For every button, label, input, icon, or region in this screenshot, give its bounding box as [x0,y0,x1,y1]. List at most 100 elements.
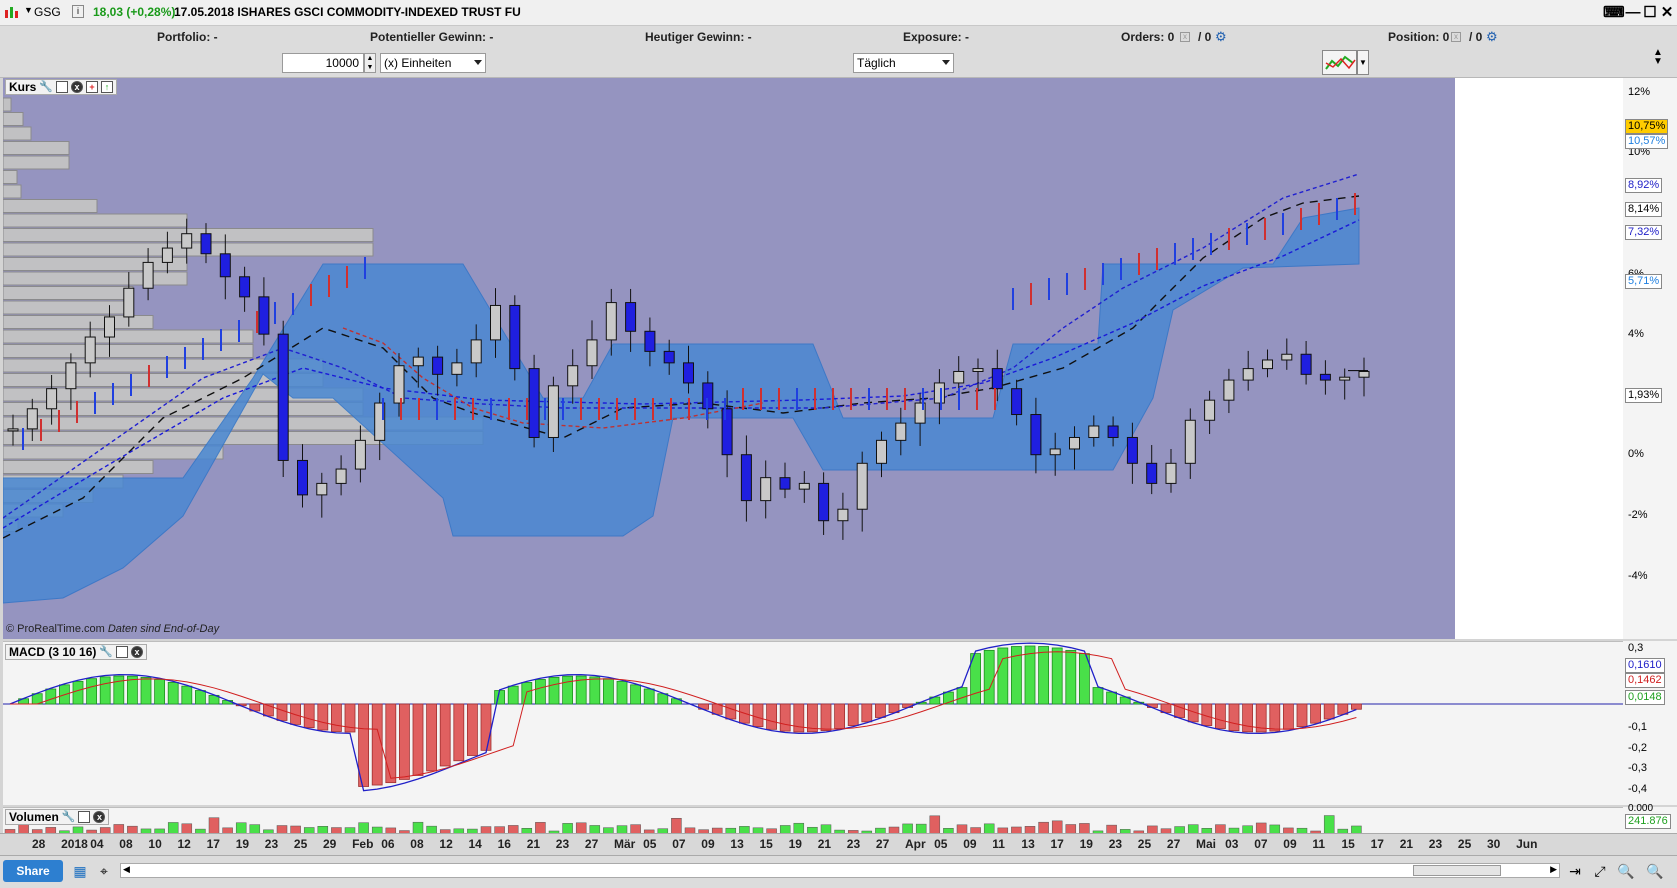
candle [335,468,347,484]
macd-histogram-bar [997,647,1009,705]
volume-bar [630,824,641,833]
date-tick-label: 30 [1487,837,1501,851]
candle [1107,425,1119,438]
candle [7,428,19,432]
price-axis[interactable]: 12% 10% 6% 4% 2% 0% -2% -4% 10,75% 10,57… [1623,78,1677,639]
zoom-fit-icon[interactable]: ⤢ [1590,861,1610,881]
position-label: Position: 0 [1388,30,1450,44]
date-tick-label: 10 [148,837,162,851]
date-tick-label: 2018 [61,837,88,851]
scroll-right-icon[interactable]: ▶ [1550,864,1557,875]
close-icon[interactable]: x [93,811,106,823]
zoom-out-icon[interactable]: 🔍 [1616,861,1636,881]
close-icon[interactable]: x [71,81,84,93]
volume-bar [535,822,546,833]
date-tick-label: 05 [643,837,657,851]
quantity-stepper[interactable]: ▲ ▼ [364,53,376,73]
price-chart-panel[interactable]: Kurs 🔧 x + ↑ © ProRealTime.com Daten sin… [3,78,1623,639]
quantity-input[interactable]: 10000 [282,53,364,73]
macd-histogram-bar [861,703,873,723]
candle [798,482,810,490]
chart-type-icon[interactable] [4,5,22,19]
scroll-left-icon[interactable]: ◀ [123,864,130,875]
macd-panel[interactable]: MACD (3 10 16) 🔧 x [3,641,1623,805]
volume-profile-bar [3,460,154,474]
date-tick-label: 15 [759,837,773,851]
date-tick-label: 23 [846,837,861,851]
minimize-button[interactable]: — [1624,4,1642,22]
date-tick-label: 21 [1399,837,1414,851]
horizontal-scrollbar[interactable]: ◀ ▶ [120,863,1560,878]
zoom-in-icon[interactable]: 🔍 [1645,861,1665,881]
wrench-icon[interactable]: 🔧 [62,810,76,824]
candle [509,304,521,370]
orders-cancel-icon[interactable]: x [1180,32,1190,42]
macd-line [9,642,1357,792]
signal-line-tag: 0,1462 [1625,673,1665,688]
arrow-up-icon[interactable]: ↑ [101,81,114,93]
macd-histogram-bar [535,679,546,705]
macd-histogram-bar [1323,703,1335,720]
date-tick-label: 19 [788,837,802,851]
add-indicator-icon[interactable]: + [86,81,99,93]
volume-panel-header: Volumen 🔧 x [5,809,110,825]
interval-select[interactable]: Täglich [853,53,954,73]
share-button[interactable]: Share [3,860,63,882]
scrollbar-thumb[interactable] [1413,865,1501,876]
date-axis[interactable]: 28 2018 04 08 10 12 17 19 23 25 29 Feb 06 08 12 14 16 21 2… [0,833,1677,855]
date-tick-label: 23 [1428,837,1443,851]
histogram-tag: 0,0148 [1625,690,1665,705]
wrench-icon[interactable]: 🔧 [99,645,113,659]
axis-label-neg2: -2% [1628,509,1648,521]
close-icon[interactable]: x [131,646,144,658]
panel-scroll-icon[interactable]: ▲ ▼ [1653,48,1663,67]
candle [1146,462,1158,484]
macd-histogram-bar [847,703,859,726]
position-gear-icon[interactable]: ⚙ [1486,29,1498,45]
date-tick-label: 17 [206,837,220,851]
macd-histogram-bar [167,682,179,705]
date-tick-label: 13 [730,837,744,851]
macd-histogram-bar [1038,646,1049,705]
chevron-down-icon[interactable]: ▼ [24,5,33,15]
cloud-top-tag: 10,57% [1625,134,1669,149]
volume-bar [507,825,519,833]
orders-gear-icon[interactable]: ⚙ [1215,29,1227,45]
scroll-to-end-icon[interactable]: ⇥ [1565,861,1585,881]
volume-bar [426,825,437,833]
symbol-label[interactable]: GSG [34,5,61,19]
maximize-button[interactable]: ☐ [1641,4,1659,22]
cursor-tool-icon[interactable]: ⌖ [94,861,114,881]
info-icon[interactable]: i [72,5,84,18]
candle [953,370,965,384]
candle [1242,368,1254,381]
volume-bar [181,823,193,833]
window-icon[interactable] [56,81,69,93]
date-tick-label: 23 [555,837,570,851]
date-tick-label: 11 [992,837,1005,851]
window-icon[interactable] [78,811,91,823]
close-button[interactable]: ✕ [1658,4,1676,22]
volume-bar [1147,825,1158,833]
macd-axis[interactable]: 0,3 -0,1 -0,2 -0,3 -0,4 0,1610 0,1462 0,… [1623,641,1677,805]
position-cancel-icon[interactable]: x [1451,32,1461,42]
keyboard-icon[interactable]: ⌨ [1603,4,1625,22]
macd-histogram-bar [820,703,832,732]
date-tick-label: 25 [293,837,308,851]
drawing-tools-icon[interactable]: ▦ [70,861,90,881]
chevron-down-icon[interactable]: ▼ [1357,50,1369,75]
macd-histogram-bar [317,703,329,731]
strategy-chart-icon[interactable] [1322,50,1357,75]
volume-panel[interactable]: Volumen 🔧 x [3,807,1623,833]
volume-bar [1351,825,1362,833]
volume-bar [1269,824,1281,833]
macd-histogram-bar [1106,691,1117,705]
candle [316,482,328,496]
price-panel-title: Kurs [9,80,37,94]
unit-select[interactable]: (x) Einheiten [380,53,486,73]
volume-bar [902,823,913,833]
credit-note: Daten sind End-of-Day [107,623,220,635]
window-icon[interactable] [116,646,129,658]
macd-histogram-bar [1283,703,1294,730]
wrench-icon[interactable]: 🔧 [39,80,53,94]
